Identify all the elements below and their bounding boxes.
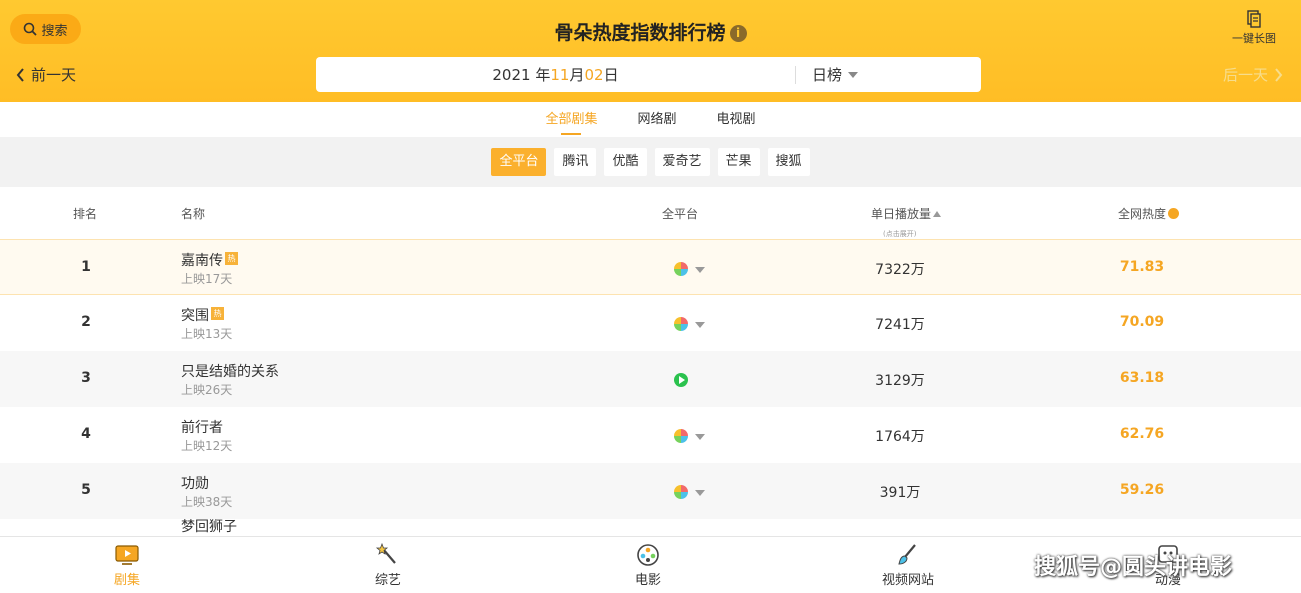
rank-number: 1 <box>81 259 91 275</box>
col-name: 名称 <box>181 207 206 221</box>
next-day-label: 后一天 <box>1222 66 1268 84</box>
magic-wand-icon <box>375 543 396 564</box>
col-heat[interactable]: 全网热度 <box>1118 205 1180 222</box>
days-released: 上映38天 <box>181 495 233 509</box>
show-name[interactable]: 梦回狮子 <box>181 519 237 536</box>
daily-plays: 7241万 <box>875 317 925 333</box>
col-plays[interactable]: 单日播放量 <box>871 205 942 222</box>
category-tabs: 全部剧集 网络剧 电视剧 <box>0 102 1301 137</box>
long-image-label: 一键长图 <box>1232 32 1276 45</box>
film-reel-icon <box>637 544 659 566</box>
daily-plays: 1764万 <box>875 429 925 445</box>
caret-down-icon <box>848 71 859 78</box>
iqiyi-icon[interactable] <box>674 373 688 387</box>
caret-down-icon[interactable] <box>695 434 705 440</box>
days-released: 上映17天 <box>181 272 233 286</box>
multi-platform-icon[interactable] <box>674 317 688 331</box>
nav-series[interactable]: 剧集 <box>77 543 177 588</box>
tab-all-series[interactable]: 全部剧集 <box>545 102 597 137</box>
table-row[interactable]: 2 突围热 上映13天 7241万 70.09 <box>0 295 1301 351</box>
show-name[interactable]: 前行者 <box>181 417 223 437</box>
chevron-right-icon <box>1275 67 1283 82</box>
days-released: 上映13天 <box>181 327 233 341</box>
table-row[interactable]: 1 嘉南传热 上映17天 7322万 71.83 <box>0 239 1301 295</box>
tv-icon <box>115 545 139 565</box>
nav-movie[interactable]: 电影 <box>598 543 698 588</box>
overlay-watermark: 搜狐号@圆头讲电影 <box>1034 555 1233 580</box>
col-platform[interactable]: 全平台 <box>662 205 698 222</box>
page-title: 骨朵热度指数排行榜 i <box>0 18 1301 45</box>
show-name[interactable]: 功勋 <box>181 473 209 493</box>
rank-number: 2 <box>81 314 91 330</box>
prev-day-label: 前一天 <box>31 66 77 84</box>
show-name[interactable]: 突围热 <box>181 305 224 325</box>
heat-score: 63.18 <box>1119 370 1165 386</box>
daily-plays: 3129万 <box>875 373 925 389</box>
platform-youku[interactable]: 优酷 <box>604 148 647 176</box>
show-name[interactable]: 只是结婚的关系 <box>181 361 279 381</box>
rank-number: 4 <box>81 426 91 442</box>
platform-filter: 全平台 腾讯 优酷 爱奇艺 芒果 搜狐 <box>0 137 1301 187</box>
platform-sohu[interactable]: 搜狐 <box>767 148 810 176</box>
header-bar: 搜索 骨朵热度指数排行榜 i 一键长图 前一天 2021 年11月02日 日榜 后… <box>0 0 1301 102</box>
daily-plays: 391万 <box>879 485 921 501</box>
rank-type-dropdown[interactable]: 日榜 <box>796 64 859 85</box>
show-name[interactable]: 嘉南传热 <box>181 250 238 270</box>
next-day-button[interactable]: 后一天 <box>1223 64 1283 85</box>
ranking-table: 1 嘉南传热 上映17天 7322万 71.83 2 突围热 上映13天 724… <box>0 239 1301 539</box>
platform-tencent[interactable]: 腾讯 <box>554 148 597 176</box>
long-image-button[interactable]: 一键长图 <box>1229 10 1279 46</box>
tab-web-series[interactable]: 网络剧 <box>637 102 676 137</box>
table-header: 排名 名称 全平台 单日播放量 (点击展开) 全网热度 <box>0 187 1301 239</box>
heat-score: 59.26 <box>1119 482 1165 498</box>
table-row[interactable]: 3 只是结婚的关系 上映26天 3129万 63.18 <box>0 351 1301 407</box>
caret-down-icon[interactable] <box>695 322 705 328</box>
heat-score: 71.83 <box>1119 259 1165 275</box>
chevron-left-icon <box>16 67 24 82</box>
days-released: 上映26天 <box>181 383 233 397</box>
caret-down-icon[interactable] <box>695 490 705 496</box>
heat-sort-icon <box>1168 208 1180 219</box>
sort-icon <box>933 211 942 217</box>
heat-score: 62.76 <box>1119 426 1165 442</box>
document-icon <box>1247 10 1261 28</box>
tab-tv-series[interactable]: 电视剧 <box>717 102 756 137</box>
date-display[interactable]: 2021 年11月02日 <box>316 64 795 85</box>
multi-platform-icon[interactable] <box>674 262 688 276</box>
multi-platform-icon[interactable] <box>674 429 688 443</box>
hot-badge: 热 <box>211 307 224 320</box>
rank-type-label: 日榜 <box>812 66 843 84</box>
caret-down-icon[interactable] <box>695 267 705 273</box>
days-released: 上映12天 <box>181 439 233 453</box>
multi-platform-icon[interactable] <box>674 485 688 499</box>
platform-all[interactable]: 全平台 <box>491 148 547 176</box>
info-icon[interactable]: i <box>729 25 747 42</box>
platform-iqiyi[interactable]: 爱奇艺 <box>654 148 710 176</box>
nav-variety[interactable]: 综艺 <box>338 543 438 588</box>
col-plays-hint: (点击展开) <box>883 230 917 238</box>
table-row[interactable]: 4 前行者 上映12天 1764万 62.76 <box>0 407 1301 463</box>
brush-icon <box>898 544 916 565</box>
heat-score: 70.09 <box>1119 314 1165 330</box>
rank-number: 5 <box>81 482 91 498</box>
col-rank: 排名 <box>73 207 98 221</box>
prev-day-button[interactable]: 前一天 <box>16 64 76 85</box>
rank-number: 3 <box>81 370 91 386</box>
nav-video-sites[interactable]: 视频网站 <box>858 543 958 588</box>
table-row[interactable]: 5 功勋 上映38天 391万 59.26 <box>0 463 1301 519</box>
daily-plays: 7322万 <box>875 262 925 278</box>
date-selector[interactable]: 2021 年11月02日 日榜 <box>316 57 981 92</box>
platform-mango[interactable]: 芒果 <box>717 148 760 176</box>
hot-badge: 热 <box>225 252 238 265</box>
